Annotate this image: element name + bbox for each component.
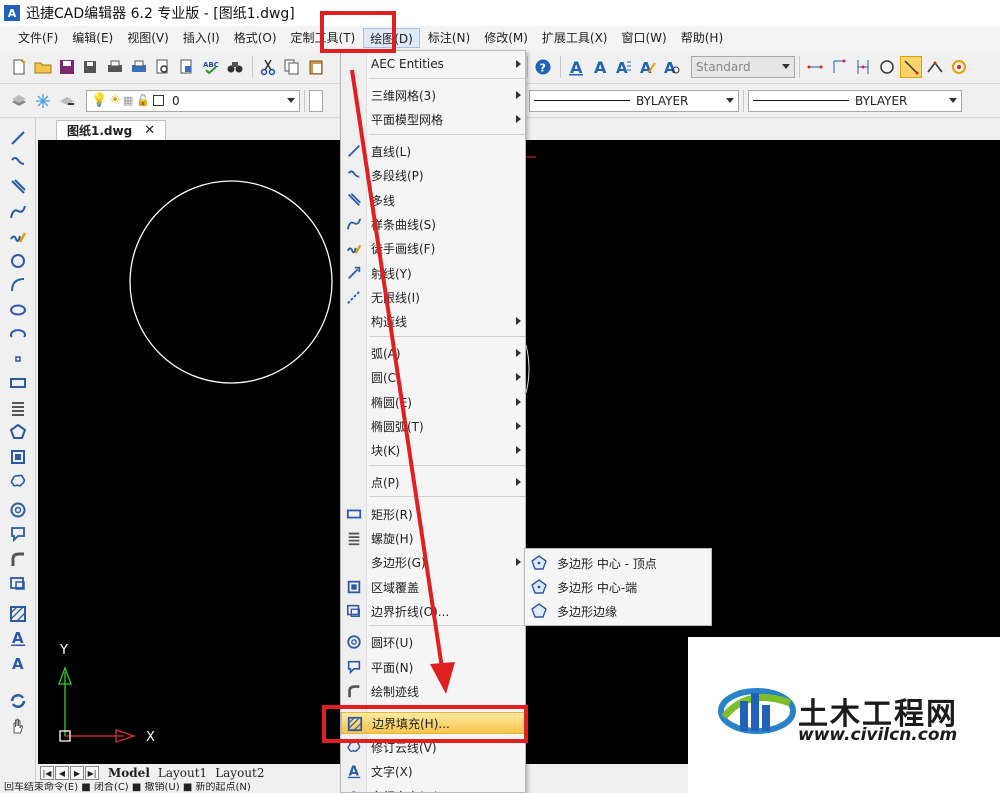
watermark-url: www.civilcn.com <box>798 725 958 745</box>
civilcn-logo-icon <box>718 688 796 734</box>
watermark: 土木工程网 www.civilcn.com <box>688 637 1000 793</box>
